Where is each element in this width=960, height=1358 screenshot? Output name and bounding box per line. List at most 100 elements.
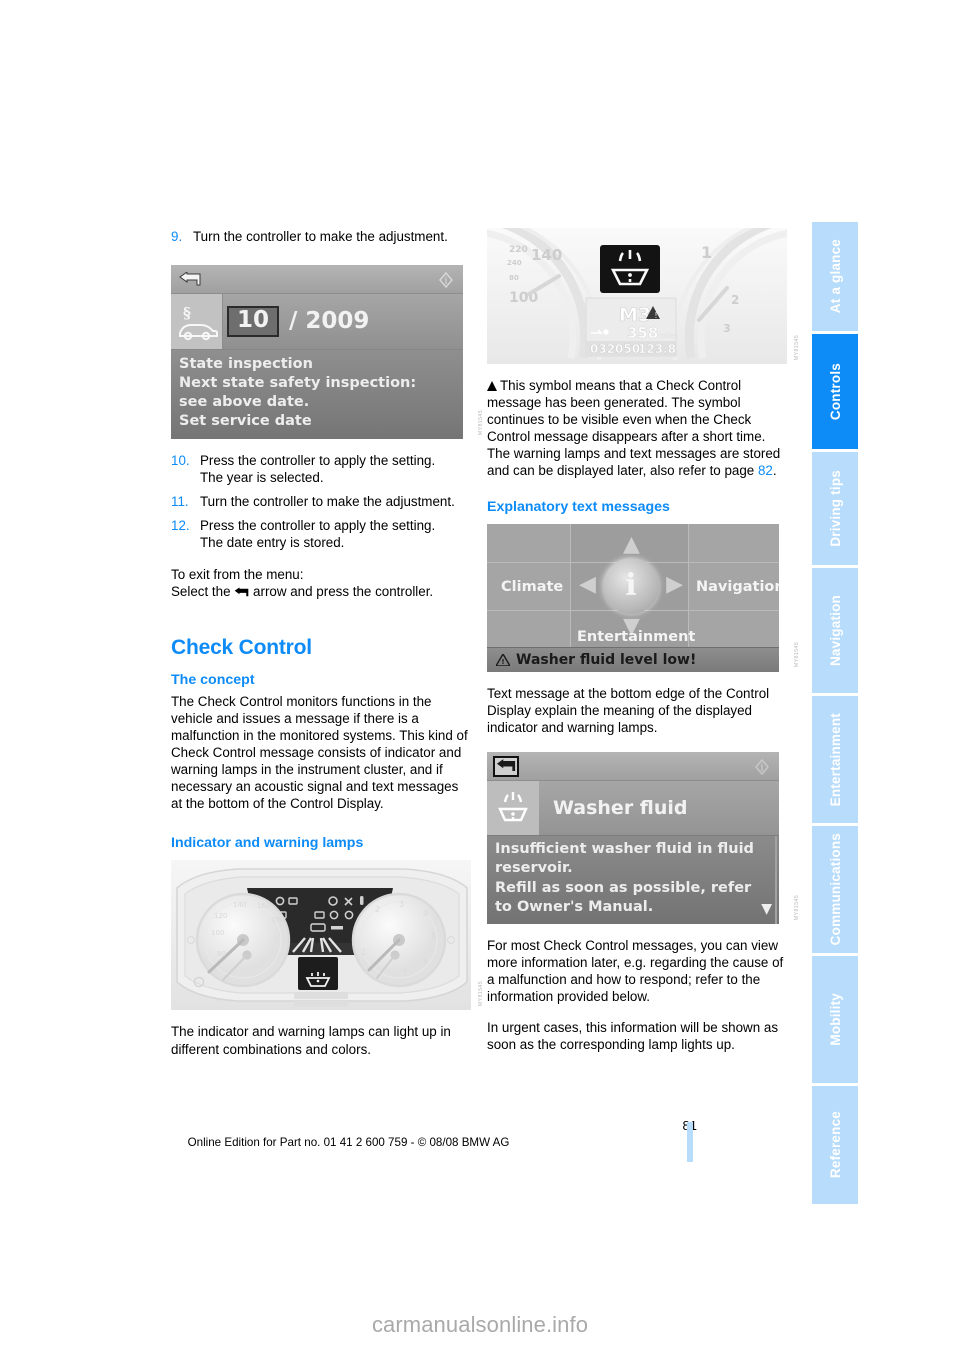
step-text: Turn the controller to make the adjustme… <box>193 229 448 244</box>
svg-text:!: ! <box>501 658 504 666</box>
step-number: 10. <box>171 453 190 469</box>
tab-navigation[interactable]: Navigation <box>812 568 858 696</box>
step-sub: The year is selected. <box>200 470 324 486</box>
menu-item-navigation[interactable]: Navigation <box>696 579 779 595</box>
symbol-note-period: . <box>772 463 777 479</box>
figure-code: MY81545 <box>794 642 800 668</box>
description-line: State inspection <box>179 356 313 373</box>
step-text: Turn the controller to make the adjustme… <box>200 494 455 510</box>
closing-paragraph-1: For most Check Control messages, you can… <box>487 937 784 1005</box>
svg-text:160: 160 <box>257 902 270 910</box>
footer-accent-bar <box>687 1122 693 1162</box>
figure-instrument-cluster: 120 100 80 140 160 180 23 45 67 1 MY8154… <box>171 860 484 1011</box>
tab-label: Controls <box>827 362 843 421</box>
figure-idrive-main-menu: ▲ ◀ ▶ ▼ i Climate Navigation Entertainme… <box>487 523 800 672</box>
svg-text:3: 3 <box>723 322 731 335</box>
svg-text:80: 80 <box>217 950 226 958</box>
tab-label: Navigation <box>827 594 843 666</box>
step-12: 12. Press the controller to apply the se… <box>171 517 471 551</box>
cluster-detail-image: 220 240 140 100 80 1 2 3 M3 ! 358 miles … <box>487 228 787 364</box>
step-10: 10. Press the controller to apply the se… <box>171 452 471 486</box>
tab-reference[interactable]: Reference <box>812 1086 858 1204</box>
back-arrow-icon[interactable] <box>177 269 203 290</box>
page-reference[interactable]: 82 <box>758 463 773 478</box>
exit-line-2-pre: Select the <box>171 583 231 599</box>
year-value[interactable]: / 2009 <box>289 310 369 333</box>
svg-text:120: 120 <box>214 912 227 920</box>
svg-text:140: 140 <box>233 901 246 909</box>
svg-text:220: 220 <box>509 245 528 255</box>
svg-text:180: 180 <box>271 916 284 924</box>
menu-item-entertainment[interactable]: Entertainment <box>577 629 695 645</box>
svg-text:1: 1 <box>701 243 712 262</box>
exit-instructions: To exit from the menu: Select the arrow … <box>171 566 471 602</box>
svg-text:140: 140 <box>531 246 562 264</box>
step-11: 11. Turn the controller to make the adju… <box>171 493 471 510</box>
scrollbar[interactable] <box>775 835 777 924</box>
figure-washer-fluid-message: i Washer fluid Insufficient washer fluid… <box>487 751 800 924</box>
svg-text:M3: M3 <box>619 304 651 326</box>
svg-text:032050: 032050 <box>590 342 640 356</box>
info-icon[interactable]: i <box>752 757 772 777</box>
explanatory-paragraph: Text message at the bottom edge of the C… <box>487 685 770 735</box>
month-value[interactable]: 10 <box>227 306 280 338</box>
tab-driving-tips[interactable]: Driving tips <box>812 452 858 568</box>
tab-label: At a glance <box>827 239 843 314</box>
description-line: Next state safety inspection: <box>179 375 417 392</box>
warning-triangle-icon <box>487 381 497 391</box>
step-main: Press the controller to apply the settin… <box>200 518 436 534</box>
svg-text:!: ! <box>654 311 657 320</box>
arrow-right-icon: ▶ <box>666 571 683 597</box>
manual-page: At a glance Controls Driving tips Naviga… <box>0 0 960 1300</box>
chevron-down-icon[interactable]: ▼ <box>761 900 772 920</box>
service-date-description: State inspection Next state safety inspe… <box>171 350 463 440</box>
tab-entertainment[interactable]: Entertainment <box>812 696 858 826</box>
idrive-titlebar: i <box>487 751 779 781</box>
svg-text:6: 6 <box>423 957 428 966</box>
step-number: 9. <box>171 229 183 244</box>
message-title: Washer fluid <box>553 796 688 819</box>
service-date-row[interactable]: § 10 / 2009 <box>171 294 463 351</box>
message-body: Insufficient washer fluid in fluid reser… <box>487 835 779 924</box>
figure-code: MY81545 <box>794 334 800 360</box>
message-line: Insufficient washer fluid in fluid <box>495 840 754 857</box>
tab-label: Driving tips <box>827 470 843 547</box>
tab-label: Mobility <box>827 993 843 1046</box>
figure-code: MY81545 <box>794 894 800 920</box>
vehicle-inspection-icon: § <box>171 294 223 350</box>
service-date-field[interactable]: 10 / 2009 <box>223 294 463 350</box>
figure-service-date-screen: i § 10 / 2009 State inspection Next stat… <box>171 265 484 440</box>
figure-cluster-washer-symbol: 220 240 140 100 80 1 2 3 M3 ! 358 miles … <box>487 228 800 364</box>
heading-the-concept: The concept <box>171 671 255 688</box>
check-control-warning-bar: ! Washer fluid level low! <box>487 646 779 672</box>
menu-item-climate[interactable]: Climate <box>501 579 563 595</box>
step-number: 12. <box>171 518 190 534</box>
page-number: 81 <box>0 1118 697 1133</box>
site-watermark: carmanualsonline.info <box>371 1312 589 1337</box>
exit-line-2-post: arrow and press the controller. <box>253 583 434 599</box>
figure-code: MY81545 <box>478 981 484 1007</box>
concept-paragraph: The Check Control monitors functions in … <box>171 693 468 812</box>
step-main: Press the controller to apply the settin… <box>200 453 436 469</box>
message-line: to Owner's Manual. <box>495 899 654 916</box>
info-icon[interactable]: i <box>436 270 456 290</box>
controller-joypad-icon: ▲ ◀ ▶ ▼ i <box>579 533 683 637</box>
warning-triangle-icon: ! <box>496 653 510 666</box>
heading-indicator-warning-lamps: Indicator and warning lamps <box>171 835 364 852</box>
svg-text:358: 358 <box>627 324 658 342</box>
symbol-note-paragraph: This symbol means that a Check Control m… <box>487 377 787 480</box>
tab-mobility[interactable]: Mobility <box>812 956 858 1086</box>
svg-text:2: 2 <box>731 293 739 307</box>
step-9: 9. Turn the controller to make the adjus… <box>171 228 471 245</box>
back-arrow-icon[interactable] <box>493 755 519 777</box>
description-line: Set service date <box>179 413 312 430</box>
symbol-note-text: This symbol means that a Check Control m… <box>487 378 781 479</box>
tab-at-a-glance[interactable]: At a glance <box>812 222 858 334</box>
tab-label: Communications <box>827 833 843 946</box>
edition-line: Online Edition for Part no. 01 41 2 600 … <box>187 1136 510 1149</box>
tab-communications[interactable]: Communications <box>812 826 858 956</box>
svg-text:4: 4 <box>423 909 428 918</box>
message-line: reservoir. <box>495 860 573 877</box>
tab-controls[interactable]: Controls <box>812 334 858 452</box>
description-line: see above date. <box>179 394 310 411</box>
